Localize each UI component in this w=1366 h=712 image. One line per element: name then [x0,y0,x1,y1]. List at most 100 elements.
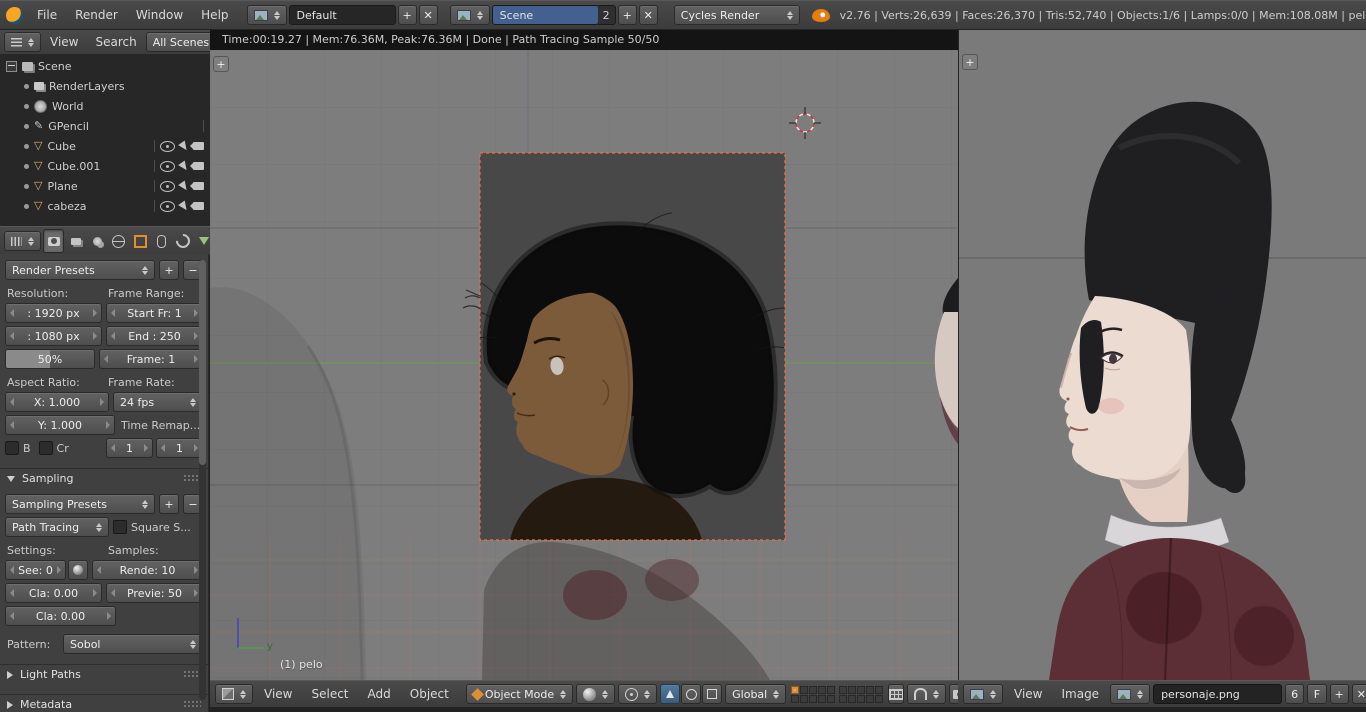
outliner-editor-type-button[interactable] [4,32,41,52]
layer-cell[interactable] [809,694,818,703]
layer-cell[interactable] [875,694,884,703]
viewport-menu-view[interactable]: View [256,685,300,703]
new-image-button[interactable]: + [1329,684,1349,704]
image-browse-button[interactable] [1110,684,1151,704]
tab-scene[interactable] [88,230,107,252]
image-user-count-button[interactable]: 6 [1285,684,1305,704]
viewport-shading-dropdown[interactable] [576,684,616,704]
resolution-percentage-slider[interactable]: 50% [5,349,95,369]
region-expand-icon[interactable]: + [962,54,978,70]
renderability-toggle-icon[interactable] [190,182,204,190]
render-samples-field[interactable]: Rende: 10 [92,560,203,580]
resolution-y-field[interactable]: : 1080 px [5,326,102,346]
time-remap-old-field[interactable]: 1 [106,438,153,458]
layer-cell[interactable] [866,685,875,694]
region-expand-icon[interactable]: + [213,56,229,72]
layer-cell[interactable] [848,685,857,694]
layer-cell[interactable] [839,694,848,703]
section-light-paths[interactable]: Light Paths [0,664,208,684]
layer-cell[interactable] [800,694,809,703]
layer-cell[interactable] [818,685,827,694]
lock-to-scene-button[interactable] [888,684,905,704]
start-frame-field[interactable]: Start Fr: 1 [106,303,203,323]
section-metadata[interactable]: Metadata [0,694,208,712]
animated-seed-button[interactable] [68,560,88,580]
renderability-toggle-icon[interactable] [190,162,204,170]
outliner-item-plane[interactable]: ▽ Plane [0,176,210,196]
outliner-item-cube001[interactable]: ▽ Cube.001 [0,156,210,176]
menu-file[interactable]: File [29,6,65,24]
layer-cell[interactable] [857,694,866,703]
clamp-indirect-field[interactable]: Cla: 0.00 [5,606,116,626]
viewport-3d[interactable]: y (1) pelo + [210,50,958,680]
image-name-field[interactable]: personaje.png [1153,684,1283,704]
selectability-toggle-icon[interactable] [178,140,190,152]
render-engine-dropdown[interactable]: Cycles Render [673,5,800,25]
visibility-toggle-icon[interactable] [160,160,175,172]
crop-checkbox[interactable]: Cr [38,441,69,455]
fps-dropdown[interactable]: 24 fps [113,392,203,412]
outliner-display-mode-dropdown[interactable]: All Scenes [145,32,217,52]
viewport-menu-select[interactable]: Select [303,685,356,703]
layer-cell[interactable] [848,694,857,703]
tab-render[interactable] [43,229,65,253]
seed-field[interactable]: See: 0 [5,560,66,580]
outliner-item-gpencil[interactable]: ✎ GPencil [0,116,210,136]
menu-render[interactable]: Render [67,6,126,24]
square-samples-checkbox[interactable]: Square S... [113,520,203,534]
preview-samples-field[interactable]: Previe: 50 [106,583,203,603]
layer-cell[interactable] [875,685,884,694]
layer-cell[interactable] [791,694,800,703]
snap-dropdown[interactable] [907,684,947,704]
current-frame-field[interactable]: Frame: 1 [99,349,203,369]
layer-cell[interactable] [866,694,875,703]
menu-window[interactable]: Window [128,6,191,24]
render-presets-dropdown[interactable]: Render Presets [5,260,155,280]
renderability-toggle-icon[interactable] [190,202,204,210]
screen-layout-delete-button[interactable]: ✕ [418,5,438,25]
pattern-dropdown[interactable]: Sobol [63,634,203,654]
tab-world[interactable] [109,230,128,252]
screen-layout-add-button[interactable]: + [397,5,417,25]
visibility-toggle-icon[interactable] [160,140,175,152]
menu-help[interactable]: Help [193,6,236,24]
transform-orientation-dropdown[interactable]: Global [725,684,787,704]
manipulator-translate-button[interactable] [660,684,681,704]
layer-cell[interactable] [827,694,836,703]
manipulator-scale-button[interactable] [702,684,723,704]
aspect-y-field[interactable]: Y: 1.000 [5,415,115,435]
outliner-menu-view[interactable]: View [42,33,86,51]
layer-cell[interactable] [818,694,827,703]
layer-cell[interactable] [809,685,818,694]
time-remap-new-field[interactable]: 1 [156,438,203,458]
preset-add-button[interactable]: + [159,260,179,280]
unlink-image-button[interactable]: ✕ [1351,684,1366,704]
scene-user-count[interactable]: 2 [597,5,616,25]
collapse-expander-icon[interactable] [6,60,17,72]
scrollbar-thumb[interactable] [199,260,206,465]
clamp-direct-field[interactable]: Cla: 0.00 [5,583,102,603]
fake-user-button[interactable]: F [1307,684,1327,704]
sampling-presets-dropdown[interactable]: Sampling Presets [5,494,155,514]
section-sampling[interactable]: Sampling [0,468,208,488]
outliner-item-cabeza[interactable]: ▽ cabeza [0,196,210,216]
mode-dropdown[interactable]: Object Mode [465,684,574,704]
scene-delete-button[interactable]: ✕ [638,5,658,25]
image-menu-image[interactable]: Image [1053,685,1107,703]
tab-modifiers[interactable] [173,230,193,252]
screen-layout-name-field[interactable]: Default [288,5,396,25]
renderability-toggle-icon[interactable] [190,142,204,150]
visibility-toggle-icon[interactable] [160,180,175,192]
scene-name-field[interactable]: Scene [491,5,599,25]
tab-object[interactable] [131,230,150,252]
outliner-item-cube[interactable]: ▽ Cube [0,136,210,156]
layer-cell[interactable] [827,685,836,694]
layer-cell[interactable] [791,685,800,694]
aspect-x-field[interactable]: X: 1.000 [5,392,109,412]
integrator-dropdown[interactable]: Path Tracing [5,517,109,537]
blender-app-icon[interactable] [6,6,23,24]
layer-cell[interactable] [800,685,809,694]
layer-cell[interactable] [857,685,866,694]
selectability-toggle-icon[interactable] [178,200,190,212]
viewport-editor-type-button[interactable] [215,684,253,704]
